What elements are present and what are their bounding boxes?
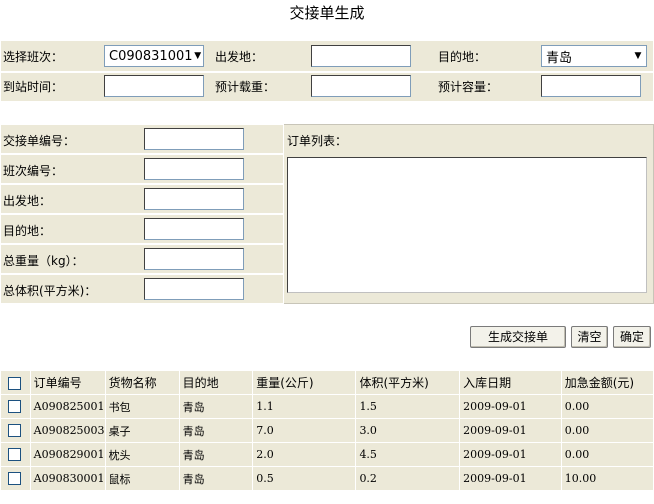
order-list-label: 订单列表：: [287, 134, 348, 148]
est-capacity-label: 预计容量：: [438, 80, 499, 94]
est-load-label: 预计载重：: [215, 80, 276, 94]
table-row: A090825001 书包 青岛 1.1 1.5 2009-09-01 0.00: [0, 394, 654, 419]
page-title: 交接单生成: [289, 4, 365, 22]
table-cell: 青岛: [178, 418, 254, 443]
chevron-down-icon: ▼: [194, 51, 202, 61]
column-header: 目的地: [178, 370, 254, 395]
est-capacity-input[interactable]: [541, 75, 641, 97]
column-header: 重量(公斤): [252, 370, 357, 395]
table-cell: 0.00: [560, 418, 654, 443]
table-cell: 青岛: [178, 442, 254, 467]
table-cell: 鼠标: [104, 466, 180, 491]
handover-departure-label: 出发地：: [3, 194, 52, 208]
table-cell: 青岛: [178, 394, 254, 419]
table-cell: 0.00: [560, 442, 654, 467]
shift-no-label: 班次编号：: [3, 164, 64, 178]
table-cell: 4.5: [355, 442, 461, 467]
table-header-row: 订单编号 货物名称 目的地 重量(公斤) 体积(平方米) 入库日期 加急金额(元…: [0, 370, 654, 395]
select-all-cell: [0, 370, 31, 395]
table-cell: 10.00: [560, 466, 654, 491]
clear-button[interactable]: 清空: [571, 326, 608, 348]
total-volume-input[interactable]: [144, 278, 244, 300]
table-row: A090825003 桌子 青岛 7.0 3.0 2009-09-01 0.00: [0, 418, 654, 443]
table-cell: 1.5: [355, 394, 461, 419]
generate-handover-button[interactable]: 生成交接单: [470, 326, 566, 348]
column-header: 订单编号: [29, 370, 106, 395]
est-load-input[interactable]: [311, 75, 411, 97]
departure-input[interactable]: [311, 45, 411, 67]
row-checkbox[interactable]: [8, 448, 21, 462]
table-cell: 2009-09-01: [459, 418, 562, 443]
table-cell: A090830001: [29, 466, 106, 491]
row-select-cell: [0, 394, 31, 419]
table-cell: 枕头: [104, 442, 180, 467]
select-all-checkbox[interactable]: [8, 376, 21, 390]
handover-no-label: 交接单编号：: [3, 134, 76, 148]
shift-select-value: C090831001: [109, 48, 193, 64]
select-shift-label: 选择班次：: [3, 50, 64, 64]
table-row: A090830001 鼠标 青岛 0.5 0.2 2009-09-01 10.0…: [0, 466, 654, 491]
table-row: A090829001 枕头 青岛 2.0 4.5 2009-09-01 0.00: [0, 442, 654, 467]
row-select-cell: [0, 466, 31, 491]
row-checkbox[interactable]: [8, 472, 21, 486]
table-cell: A090825003: [29, 418, 106, 443]
row-select-cell: [0, 442, 31, 467]
column-header: 货物名称: [104, 370, 180, 395]
table-cell: 2009-09-01: [459, 394, 562, 419]
shift-select[interactable]: C090831001 ▼: [104, 45, 204, 67]
column-header: 加急金额(元): [560, 370, 654, 395]
table-cell: 书包: [104, 394, 180, 419]
table-cell: A090829001: [29, 442, 106, 467]
destination-select-value: 青岛: [546, 50, 573, 66]
total-weight-input[interactable]: [144, 248, 244, 270]
total-weight-label: 总重量（kg）：: [3, 254, 84, 268]
table-cell: 3.0: [355, 418, 461, 443]
arrival-time-input[interactable]: [104, 75, 204, 97]
handover-no-input[interactable]: [144, 128, 244, 150]
orders-table: 订单编号 货物名称 目的地 重量(公斤) 体积(平方米) 入库日期 加急金额(元…: [0, 370, 654, 491]
table-cell: 2009-09-01: [459, 442, 562, 467]
table-cell: 0.00: [560, 394, 654, 419]
table-cell: 0.2: [355, 466, 461, 491]
table-cell: A090825001: [29, 394, 106, 419]
row-checkbox[interactable]: [8, 400, 21, 414]
confirm-button[interactable]: 确定: [613, 326, 651, 348]
chevron-down-icon: ▼: [634, 51, 642, 61]
column-header: 入库日期: [459, 370, 562, 395]
arrival-time-label: 到站时间：: [3, 80, 64, 94]
departure-label: 出发地：: [215, 50, 264, 64]
column-header: 体积(平方米): [355, 370, 461, 395]
table-cell: 2009-09-01: [459, 466, 562, 491]
table-cell: 0.5: [252, 466, 357, 491]
total-volume-label: 总体积(平方米)：: [3, 284, 97, 298]
row-checkbox[interactable]: [8, 424, 21, 438]
shift-no-input[interactable]: [144, 158, 244, 180]
table-cell: 2.0: [252, 442, 357, 467]
table-cell: 桌子: [104, 418, 180, 443]
table-cell: 青岛: [178, 466, 254, 491]
order-list-textarea[interactable]: [287, 157, 647, 293]
destination-select[interactable]: 青岛 ▼: [541, 45, 647, 67]
handover-destination-label: 目的地：: [3, 224, 52, 238]
handover-destination-input[interactable]: [144, 218, 244, 240]
table-cell: 1.1: [252, 394, 357, 419]
row-select-cell: [0, 418, 31, 443]
handover-departure-input[interactable]: [144, 188, 244, 210]
table-cell: 7.0: [252, 418, 357, 443]
destination-label: 目的地：: [438, 50, 487, 64]
